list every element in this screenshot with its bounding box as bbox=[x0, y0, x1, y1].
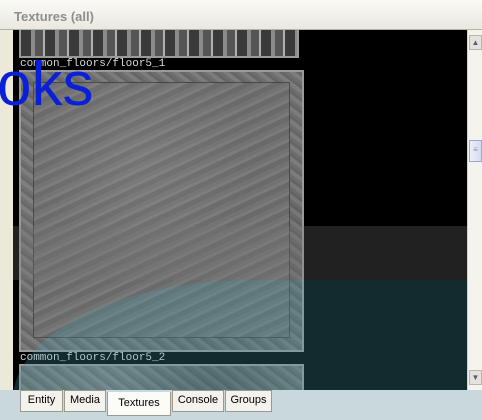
scroll-down-icon[interactable]: ▼ bbox=[469, 370, 482, 385]
overlay-text: oks bbox=[0, 50, 94, 119]
tab-console[interactable]: Console bbox=[172, 390, 224, 412]
window-titlebar: Textures (all) bbox=[0, 0, 482, 30]
tab-entity[interactable]: Entity bbox=[20, 390, 63, 412]
window-title: Textures (all) bbox=[14, 9, 94, 24]
scrollbar-thumb[interactable]: ≡ bbox=[469, 140, 482, 162]
bottom-tab-bar: Entity Media Textures Console Groups bbox=[0, 390, 482, 420]
vertical-scrollbar[interactable]: ▲ ≡ ▼ bbox=[467, 30, 482, 390]
tab-textures[interactable]: Textures bbox=[107, 392, 171, 416]
tab-groups[interactable]: Groups bbox=[225, 390, 272, 412]
overlay-band bbox=[13, 226, 482, 280]
tab-media[interactable]: Media bbox=[64, 390, 106, 412]
scroll-up-icon[interactable]: ▲ bbox=[469, 35, 482, 50]
